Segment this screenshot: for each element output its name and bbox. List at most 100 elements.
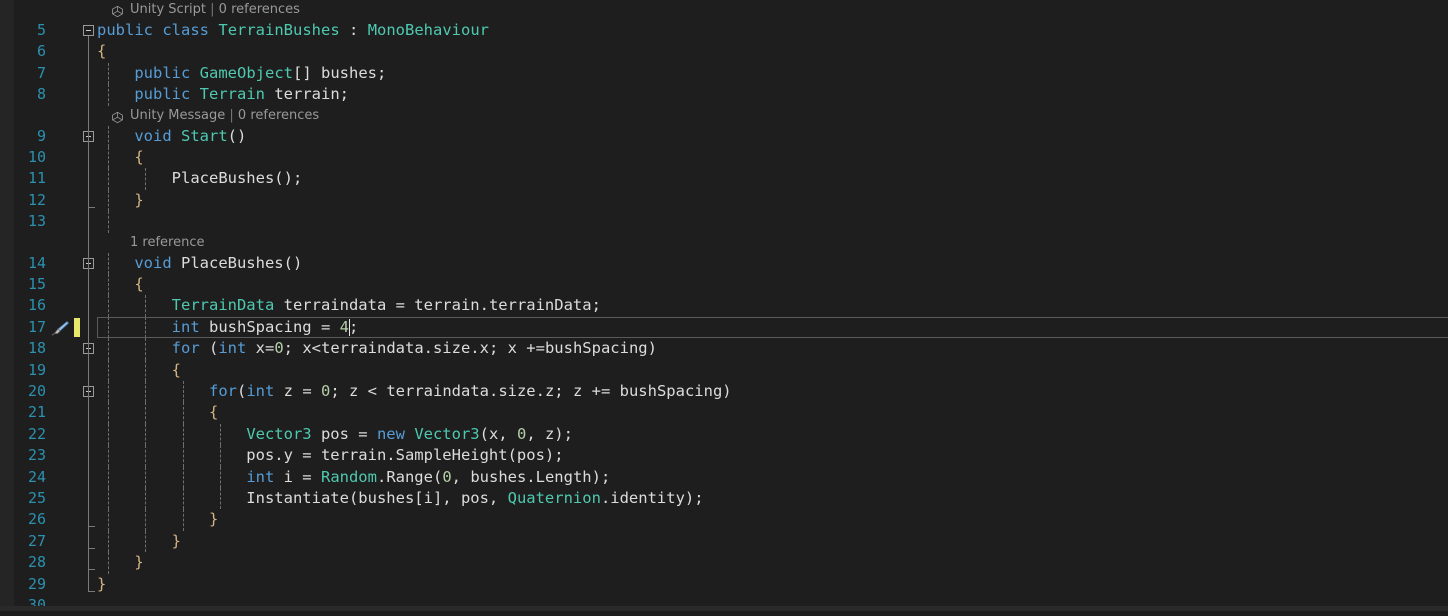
code-text[interactable]: Instantiate(bushes[i], pos, Quaternion.i…: [97, 488, 703, 509]
code-text[interactable]: for(int z = 0; z < terraindata.size.z; z…: [97, 381, 732, 402]
code-line[interactable]: 12 }: [0, 189, 1448, 212]
code-token: 0: [442, 467, 452, 486]
code-token: int: [246, 382, 275, 400]
code-token: 0: [321, 382, 331, 400]
line-number: 21: [27, 403, 46, 422]
code-editor[interactable]: Unity Script | 0 references 5 public class…: [0, 0, 1448, 614]
code-text[interactable]: public class TerrainBushes : MonoBehavio…: [97, 20, 489, 41]
code-text[interactable]: }: [97, 509, 218, 530]
code-text[interactable]: PlaceBushes();: [97, 168, 303, 189]
line-number: 18: [27, 339, 46, 358]
code-text[interactable]: pos.y = terrain.SampleHeight(pos);: [97, 445, 563, 466]
horizontal-scrollbar[interactable]: [0, 606, 1448, 611]
brush-icon-wrap[interactable]: [50, 320, 70, 336]
code-line[interactable]: 21 {: [0, 402, 1448, 424]
code-line[interactable]: 6{: [0, 41, 1448, 62]
unity-cube-icon: [111, 109, 124, 123]
codelens-text[interactable]: 1 reference: [130, 233, 204, 253]
code-text[interactable]: }: [97, 531, 181, 552]
line-number: 7: [36, 63, 46, 82]
code-token: public: [134, 63, 191, 82]
codelens-row[interactable]: Unity Script | 0 references: [0, 0, 1448, 20]
codelens-text[interactable]: Unity Script | 0 references: [130, 0, 300, 20]
codelens-separator: |: [210, 2, 215, 17]
code-line[interactable]: 29}: [0, 574, 1448, 595]
code-text[interactable]: void Start(): [97, 126, 246, 147]
code-token: ; z < terraindata.size.z; z += bushSpaci…: [330, 382, 732, 400]
code-token: TerrainData: [171, 296, 275, 315]
code-token: terraindata = terrain.terrainData;: [274, 296, 601, 315]
code-line[interactable]: 14 void PlaceBushes(): [0, 252, 1448, 274]
code-text[interactable]: }: [97, 552, 143, 573]
code-text[interactable]: public GameObject[] bushes;: [97, 63, 386, 84]
code-line[interactable]: 10 {: [0, 147, 1448, 169]
line-number: 9: [36, 126, 46, 145]
code-text[interactable]: }: [97, 190, 144, 211]
code-text[interactable]: int bushSpacing = 4;: [97, 317, 359, 338]
code-line[interactable]: 18 for (int x=0; x<terraindata.size.x; x…: [0, 338, 1448, 360]
code-text[interactable]: Vector3 pos = new Vector3(x, 0, z);: [97, 424, 573, 445]
code-line[interactable]: 16 TerrainData terraindata = terrain.ter…: [0, 295, 1448, 317]
code-line[interactable]: 8 public Terrain terrain;: [0, 84, 1448, 106]
code-token: }: [134, 190, 144, 209]
code-token: , z);: [526, 424, 573, 443]
code-token: Vector3: [414, 424, 480, 443]
fold-toggle-icon[interactable]: [83, 25, 94, 37]
fold-region-end: [88, 590, 95, 592]
code-line[interactable]: 17 int bushSpacing = 4;: [0, 316, 1448, 339]
code-text[interactable]: for (int x=0; x<terraindata.size.x; x +=…: [97, 338, 657, 359]
code-line[interactable]: 28 }: [0, 552, 1448, 574]
code-line[interactable]: 19 {: [0, 359, 1448, 381]
code-text[interactable]: TerrainData terraindata = terrain.terrai…: [97, 295, 601, 316]
code-text[interactable]: {: [97, 360, 181, 381]
code-token: void: [134, 253, 172, 272]
line-number: 19: [27, 360, 46, 379]
code-line[interactable]: 25 Instantiate(bushes[i], pos, Quaternio…: [0, 488, 1448, 510]
code-text[interactable]: int i = Random.Range(0, bushes.Length);: [97, 467, 610, 488]
codelens-row[interactable]: Unity Message | 0 references: [0, 106, 1448, 126]
code-text[interactable]: public Terrain terrain;: [97, 84, 349, 105]
code-line[interactable]: 13: [0, 211, 1448, 233]
code-token: 0: [516, 424, 527, 443]
fold-region-line: [88, 397, 89, 527]
code-token: (: [199, 339, 219, 358]
code-line[interactable]: 11 PlaceBushes();: [0, 168, 1448, 190]
code-line[interactable]: 5 public class TerrainBushes : MonoBehavi…: [0, 20, 1448, 41]
code-token: MonoBehaviour: [367, 21, 490, 39]
code-token: Vector3: [246, 424, 312, 443]
code-text[interactable]: {: [97, 41, 106, 62]
code-token: public: [97, 21, 153, 39]
codelens-row[interactable]: 1 reference: [0, 233, 1448, 253]
code-token: Terrain: [199, 85, 265, 104]
code-token: Start: [181, 126, 228, 145]
code-line[interactable]: 24 int i = Random.Range(0, bushes.Length…: [0, 466, 1448, 488]
code-line[interactable]: 15 {: [0, 274, 1448, 296]
code-token: for: [208, 382, 237, 400]
code-line[interactable]: 22 Vector3 pos = new Vector3(x, 0, z);: [0, 423, 1448, 446]
code-token: .Range(: [376, 467, 443, 486]
code-text[interactable]: {: [97, 402, 218, 423]
code-token: Random: [320, 467, 377, 486]
code-line[interactable]: 26 }: [0, 509, 1448, 531]
code-text[interactable]: {: [97, 274, 143, 295]
code-text[interactable]: }: [97, 574, 106, 595]
code-line[interactable]: 23 pos.y = terrain.SampleHeight(pos);: [0, 445, 1448, 467]
code-line[interactable]: 7 public GameObject[] bushes;: [0, 62, 1448, 85]
code-text[interactable]: {: [97, 147, 144, 168]
code-token: {: [134, 148, 144, 166]
codelens-text[interactable]: Unity Message | 0 references: [130, 106, 319, 126]
code-line[interactable]: 9 void Start(): [0, 125, 1448, 147]
code-token: void: [134, 126, 172, 145]
code-text[interactable]: void PlaceBushes(): [97, 253, 302, 274]
code-line[interactable]: 20 for(int z = 0; z < terraindata.size.z…: [0, 381, 1448, 403]
code-token: }: [97, 574, 107, 593]
code-line[interactable]: 27 }: [0, 530, 1448, 553]
